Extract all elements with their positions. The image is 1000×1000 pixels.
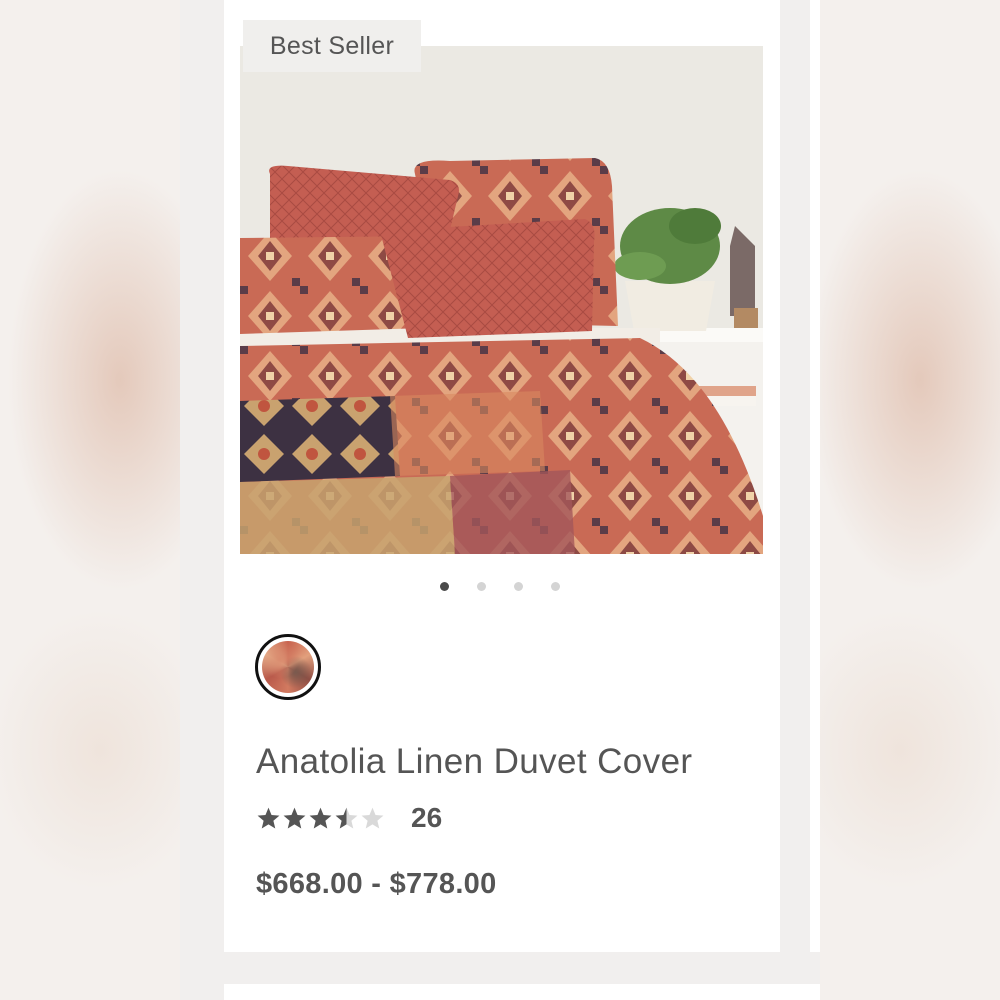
bedroom-photo xyxy=(240,46,763,554)
blurred-background-left xyxy=(0,0,200,1000)
carousel-dot[interactable] xyxy=(514,582,523,591)
price-range: $668.00 - $778.00 xyxy=(256,868,497,900)
star-icon xyxy=(283,807,306,828)
star-icon xyxy=(335,807,358,828)
carousel-dot[interactable] xyxy=(551,582,560,591)
star-rating xyxy=(256,806,385,831)
next-product-card xyxy=(224,984,820,1000)
product-title[interactable]: Anatolia Linen Duvet Cover xyxy=(256,742,692,782)
next-card-edge xyxy=(810,0,820,952)
carousel-dots[interactable] xyxy=(440,582,560,591)
best-seller-badge: Best Seller xyxy=(243,20,421,72)
review-count[interactable]: 26 xyxy=(411,802,442,834)
color-swatch-selected[interactable] xyxy=(255,634,321,700)
product-image[interactable] xyxy=(240,46,763,554)
patterned-swatch-icon xyxy=(262,641,314,693)
blurred-background-right xyxy=(800,0,1000,1000)
star-icon xyxy=(309,807,332,828)
star-icon xyxy=(257,807,280,828)
carousel-dot[interactable] xyxy=(477,582,486,591)
star-icon xyxy=(361,807,384,828)
carousel-dot[interactable] xyxy=(440,582,449,591)
rating-summary[interactable]: 26 xyxy=(256,800,442,836)
